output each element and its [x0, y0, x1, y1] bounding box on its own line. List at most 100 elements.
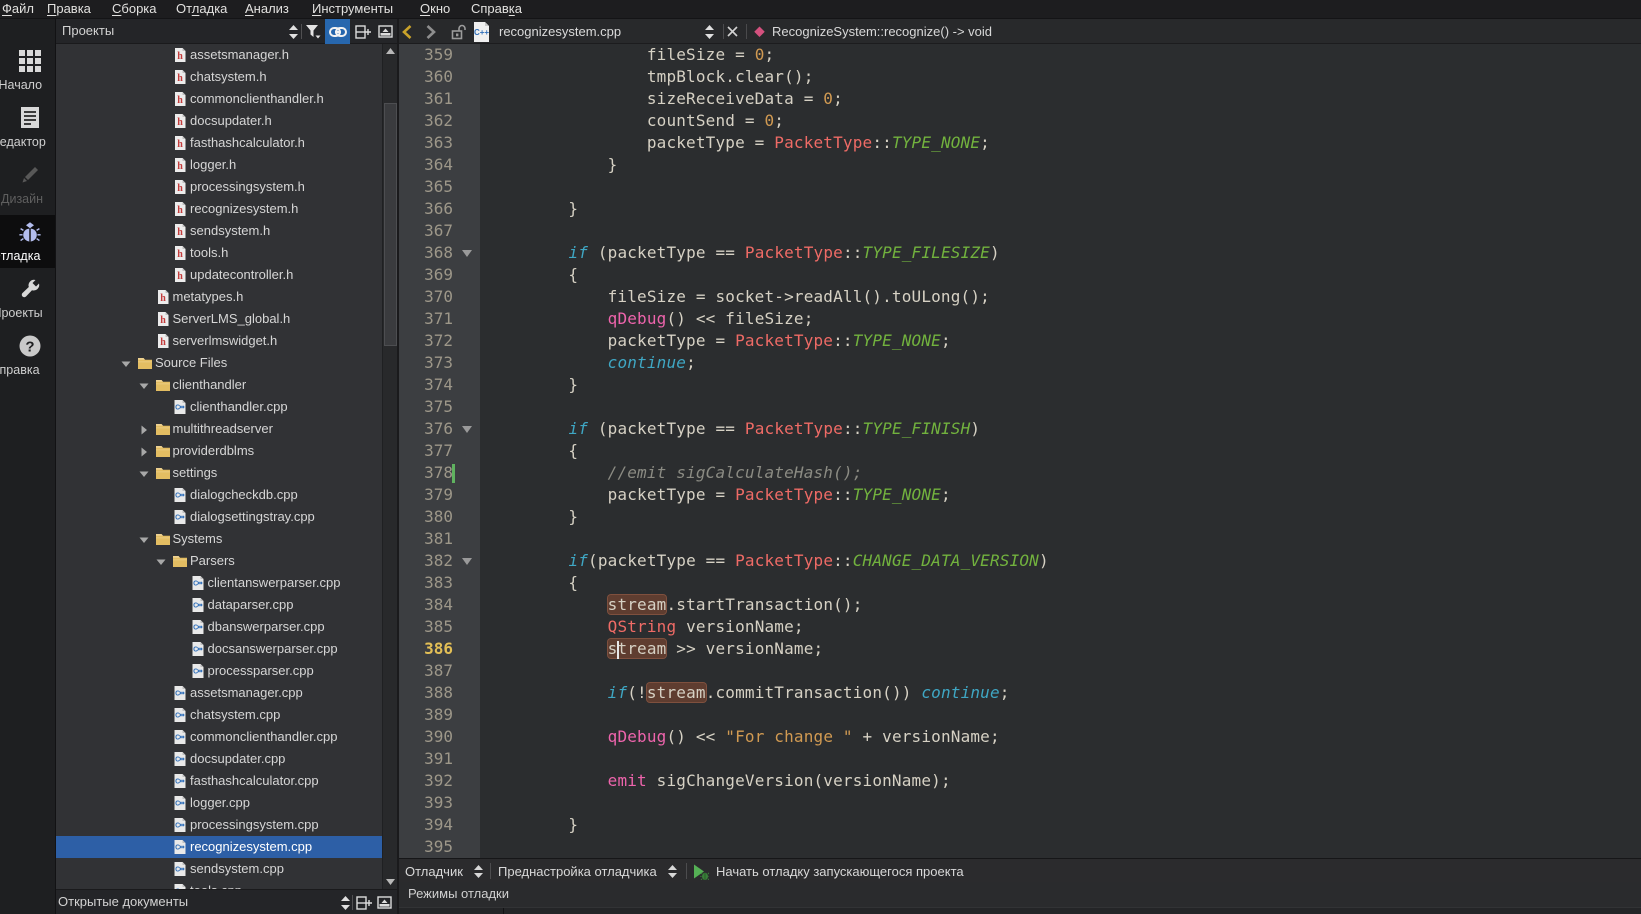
tree-item-providerdblms[interactable]: providerdblms: [56, 440, 397, 462]
panel-selector-dropdown[interactable]: [285, 19, 301, 44]
expanded-arrow-icon[interactable]: [120, 357, 132, 369]
tree-item-docsanswerparser.cpp[interactable]: Cdocsanswerparser.cpp: [56, 638, 397, 660]
expanded-arrow-icon[interactable]: [138, 467, 150, 479]
tree-item-clienthandler.cpp[interactable]: Cclienthandler.cpp: [56, 396, 397, 418]
tree-item-sendsystem.h[interactable]: hsendsystem.h: [56, 220, 397, 242]
menu-5[interactable]: Анализ: [245, 0, 289, 19]
tree-item-ServerLMS_global.h[interactable]: hServerLMS_global.h: [56, 308, 397, 330]
tree-item-serverlmswidget.h[interactable]: hserverlmswidget.h: [56, 330, 397, 352]
tree-item-logger.h[interactable]: hlogger.h: [56, 154, 397, 176]
scroll-up-icon[interactable]: [383, 44, 398, 58]
tree-item-assetsmanager.h[interactable]: hassetsmanager.h: [56, 44, 397, 66]
tree-item-processingsystem.h[interactable]: hprocessingsystem.h: [56, 176, 397, 198]
mode-debug-bug[interactable]: Отладка: [0, 215, 55, 268]
tree-item-processingsystem.cpp[interactable]: Cprocessingsystem.cpp: [56, 814, 397, 836]
tree-item-label: metatypes.h: [173, 289, 244, 304]
debugger-preset-combo[interactable]: Преднастройка отладчика: [498, 859, 657, 883]
link-with-editor-icon[interactable]: [325, 19, 350, 44]
tree-item-chatsystem.cpp[interactable]: Cchatsystem.cpp: [56, 704, 397, 726]
debugger-combo[interactable]: Отладчик: [405, 859, 463, 883]
fold-marker-icon[interactable]: [462, 250, 472, 257]
line-number: 380: [399, 506, 453, 528]
menu-1[interactable]: Файл: [2, 0, 34, 19]
tree-scrollbar[interactable]: [382, 44, 397, 889]
code-line-379: 379 packetType = PacketType::TYPE_NONE;: [399, 484, 1641, 506]
menu-6[interactable]: Инструменты: [312, 0, 393, 19]
combo-updown-icon[interactable]: [668, 859, 682, 883]
code-line-389: 389: [399, 704, 1641, 726]
tree-item-Parsers[interactable]: Parsers: [56, 550, 397, 572]
svg-text:h: h: [160, 337, 166, 348]
tree-item-multithreadserver[interactable]: multithreadserver: [56, 418, 397, 440]
tree-item-clientanswerparser.cpp[interactable]: Cclientanswerparser.cpp: [56, 572, 397, 594]
tree-item-fasthashcalculator.cpp[interactable]: Cfasthashcalculator.cpp: [56, 770, 397, 792]
tree-item-processparser.cpp[interactable]: Cprocessparser.cpp: [56, 660, 397, 682]
tree-item-docsupdater.h[interactable]: hdocsupdater.h: [56, 110, 397, 132]
mode-projects-wrench[interactable]: Проекты: [0, 272, 55, 329]
svg-text:h: h: [177, 95, 183, 106]
menu-2[interactable]: Правка: [47, 0, 91, 19]
cpp-file-icon: C: [172, 861, 188, 877]
code-line-392: 392 emit sigChangeVersion(versionName);: [399, 770, 1641, 792]
menu-8[interactable]: Справка: [471, 0, 522, 19]
hide-panel-icon[interactable]: [377, 19, 394, 44]
tree-item-recognizesystem.cpp[interactable]: Crecognizesystem.cpp: [56, 836, 383, 858]
forward-chevron-icon[interactable]: [426, 19, 442, 44]
tree-item-metatypes.h[interactable]: hmetatypes.h: [56, 286, 397, 308]
current-symbol-dropdown[interactable]: RecognizeSystem::recognize() -> void: [772, 19, 992, 44]
tree-item-docsupdater.cpp[interactable]: Cdocsupdater.cpp: [56, 748, 397, 770]
collapsed-arrow-icon[interactable]: [138, 423, 150, 435]
start-debugging-icon[interactable]: [692, 859, 712, 883]
tree-item-dialogcheckdb.cpp[interactable]: Cdialogcheckdb.cpp: [56, 484, 397, 506]
mode-design-pencil[interactable]: Дизайн: [0, 158, 55, 215]
tree-item-assetsmanager.cpp[interactable]: Cassetsmanager.cpp: [56, 682, 397, 704]
tree-item-tools.cpp[interactable]: Ctools.cpp: [56, 880, 397, 889]
code-editor[interactable]: 359 fileSize = 0;360 tmpBlock.clear();36…: [399, 44, 1641, 858]
expanded-arrow-icon[interactable]: [138, 379, 150, 391]
split-panel-icon[interactable]: [354, 19, 371, 44]
menu-7[interactable]: Окно: [420, 0, 450, 19]
mode-help-question[interactable]: ?Справка: [0, 329, 55, 386]
hide-panel-icon[interactable]: [376, 890, 393, 914]
tree-item-commonclienthandler.h[interactable]: hcommonclienthandler.h: [56, 88, 397, 110]
mode-welcome-grid[interactable]: Начало: [0, 44, 55, 101]
line-number: 376: [399, 418, 453, 440]
scroll-down-icon[interactable]: [383, 875, 398, 889]
editor-tab-filename[interactable]: recognizesystem.cpp: [499, 19, 621, 44]
collapsed-arrow-icon[interactable]: [138, 445, 150, 457]
tree-item-updatecontroller.h[interactable]: hupdatecontroller.h: [56, 264, 397, 286]
tree-item-tools.h[interactable]: htools.h: [56, 242, 397, 264]
fold-marker-icon[interactable]: [462, 558, 472, 565]
unlocked-padlock-icon[interactable]: [451, 19, 469, 44]
document-dropdown-icon[interactable]: [705, 19, 721, 44]
filter-funnel-icon[interactable]: [305, 19, 322, 44]
code-text: fileSize = socket->readAll().toULong();: [490, 286, 990, 308]
panel-selector-dropdown[interactable]: [337, 890, 353, 914]
tree-item-chatsystem.h[interactable]: hchatsystem.h: [56, 66, 397, 88]
tree-item-label: Systems: [173, 531, 223, 546]
tree-item-commonclienthandler.cpp[interactable]: Ccommonclienthandler.cpp: [56, 726, 397, 748]
tree-item-clienthandler[interactable]: clienthandler: [56, 374, 397, 396]
mode-editor-document[interactable]: Редактор: [0, 101, 55, 158]
tree-item-settings[interactable]: settings: [56, 462, 397, 484]
tree-scrollbar-thumb[interactable]: [384, 103, 397, 346]
expanded-arrow-icon[interactable]: [138, 533, 150, 545]
tree-item-dbanswerparser.cpp[interactable]: Cdbanswerparser.cpp: [56, 616, 397, 638]
menu-3[interactable]: Сборка: [112, 0, 157, 19]
tree-item-Source Files[interactable]: Source Files: [56, 352, 397, 374]
tree-item-Systems[interactable]: Systems: [56, 528, 397, 550]
fold-marker-icon[interactable]: [462, 426, 472, 433]
start-debugging-label[interactable]: Начать отладку запускающегося проекта: [716, 859, 964, 883]
split-panel-icon[interactable]: [355, 890, 372, 914]
expanded-arrow-icon[interactable]: [155, 555, 167, 567]
tree-item-logger.cpp[interactable]: Clogger.cpp: [56, 792, 397, 814]
close-document-icon[interactable]: [727, 19, 743, 44]
tree-item-recognizesystem.h[interactable]: hrecognizesystem.h: [56, 198, 397, 220]
menu-4[interactable]: Отладка: [176, 0, 227, 19]
tree-item-dataparser.cpp[interactable]: Cdataparser.cpp: [56, 594, 397, 616]
back-chevron-icon[interactable]: [402, 19, 418, 44]
tree-item-sendsystem.cpp[interactable]: Csendsystem.cpp: [56, 858, 397, 880]
tree-item-dialogsettingstray.cpp[interactable]: Cdialogsettingstray.cpp: [56, 506, 397, 528]
tree-item-fasthashcalculator.h[interactable]: hfasthashcalculator.h: [56, 132, 397, 154]
combo-updown-icon[interactable]: [474, 859, 488, 883]
